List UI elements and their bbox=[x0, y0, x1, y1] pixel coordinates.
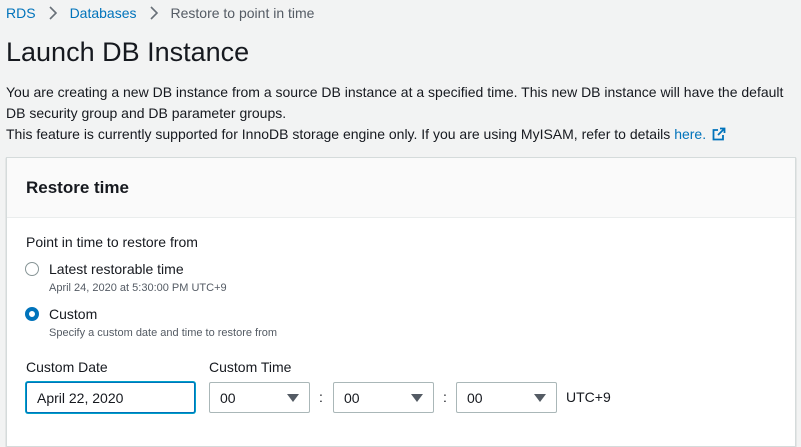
custom-time-label: Custom Time bbox=[209, 359, 292, 375]
custom-date-input[interactable] bbox=[26, 382, 195, 413]
second-select[interactable]: 00 bbox=[456, 382, 557, 413]
breadcrumb-rds[interactable]: RDS bbox=[6, 5, 36, 21]
page-title: Launch DB Instance bbox=[6, 37, 250, 67]
radio-latest-restorable[interactable]: Latest restorable time April 24, 2020 at… bbox=[25, 259, 227, 295]
breadcrumb-databases[interactable]: Databases bbox=[70, 5, 137, 21]
caret-down-icon bbox=[411, 393, 423, 402]
restore-time-panel: Restore time Point in time to restore fr… bbox=[6, 157, 796, 447]
minute-value: 00 bbox=[344, 389, 360, 406]
page-description: You are creating a new DB instance from … bbox=[6, 82, 796, 147]
radio-label: Custom bbox=[49, 306, 98, 322]
external-link-icon[interactable] bbox=[712, 126, 726, 147]
second-value: 00 bbox=[467, 389, 483, 406]
caret-down-icon bbox=[287, 393, 299, 402]
radio-label: Latest restorable time bbox=[49, 261, 184, 277]
panel-header: Restore time bbox=[7, 158, 795, 218]
innodb-note: This feature is currently supported for … bbox=[6, 126, 671, 142]
details-link[interactable]: here. bbox=[674, 126, 706, 142]
custom-date-label: Custom Date bbox=[26, 359, 108, 375]
hour-value: 00 bbox=[220, 389, 236, 406]
radio-description: April 24, 2020 at 5:30:00 PM UTC+9 bbox=[49, 282, 227, 294]
chevron-right-icon bbox=[36, 6, 70, 20]
timezone-label: UTC+9 bbox=[566, 389, 611, 405]
caret-down-icon bbox=[534, 393, 546, 402]
radio-description: Specify a custom date and time to restor… bbox=[49, 327, 278, 339]
time-separator: : bbox=[319, 389, 323, 405]
description-text: You are creating a new DB instance from … bbox=[6, 84, 784, 121]
time-separator: : bbox=[443, 389, 447, 405]
restore-point-label: Point in time to restore from bbox=[26, 234, 198, 250]
panel-title: Restore time bbox=[26, 177, 129, 197]
chevron-right-icon bbox=[137, 6, 171, 20]
breadcrumb: RDS Databases Restore to point in time bbox=[6, 3, 314, 23]
breadcrumb-current: Restore to point in time bbox=[170, 5, 315, 21]
radio-custom[interactable]: Custom Specify a custom date and time to… bbox=[25, 304, 277, 340]
minute-select[interactable]: 00 bbox=[333, 382, 434, 413]
radio-button-selected[interactable] bbox=[25, 307, 39, 321]
description-note: This feature is currently supported for … bbox=[6, 124, 796, 147]
radio-button[interactable] bbox=[25, 262, 39, 276]
hour-select[interactable]: 00 bbox=[209, 382, 310, 413]
